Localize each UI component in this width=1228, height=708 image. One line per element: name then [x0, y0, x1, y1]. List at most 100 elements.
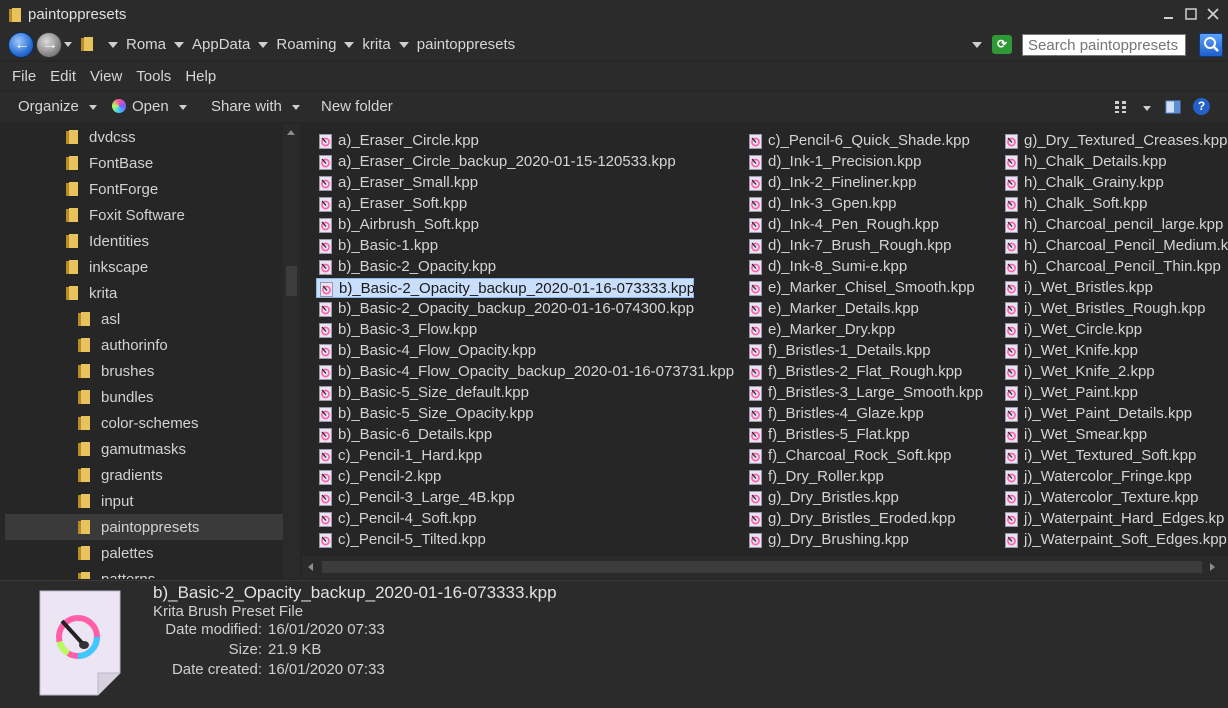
- file-item[interactable]: d)_Ink-8_Sumi-e.kpp: [746, 257, 996, 277]
- file-item[interactable]: d)_Ink-4_Pen_Rough.kpp: [746, 215, 996, 235]
- file-item[interactable]: j)_Watercolor_Fringe.kpp: [1002, 467, 1228, 487]
- nav-tree-item[interactable]: palettes: [5, 540, 283, 566]
- nav-tree-item[interactable]: Foxit Software: [5, 202, 283, 228]
- file-item[interactable]: b)_Basic-6_Details.kpp: [316, 425, 736, 445]
- file-item[interactable]: f)_Bristles-2_Flat_Rough.kpp: [746, 362, 996, 382]
- file-item[interactable]: h)_Charcoal_pencil_large.kpp: [1002, 215, 1228, 235]
- chevron-down-icon[interactable]: [108, 41, 118, 48]
- file-item[interactable]: j)_Watercolor_Texture.kpp: [1002, 488, 1228, 508]
- file-item[interactable]: i)_Wet_Textured_Soft.kpp: [1002, 446, 1228, 466]
- search-input[interactable]: [1022, 34, 1186, 56]
- new-folder-button[interactable]: New folder: [321, 98, 393, 115]
- nav-tree-item[interactable]: patterns: [5, 566, 283, 579]
- scroll-up-icon[interactable]: [287, 130, 295, 135]
- scroll-right-icon[interactable]: [1210, 563, 1215, 571]
- file-item[interactable]: d)_Ink-1_Precision.kpp: [746, 152, 996, 172]
- breadcrumb-item[interactable]: Roaming: [276, 36, 336, 53]
- file-item[interactable]: f)_Bristles-3_Large_Smooth.kpp: [746, 383, 996, 403]
- breadcrumb-item[interactable]: Roma: [126, 36, 166, 53]
- file-item[interactable]: f)_Charcoal_Rock_Soft.kpp: [746, 446, 996, 466]
- file-item[interactable]: d)_Ink-2_Fineliner.kpp: [746, 173, 996, 193]
- file-item[interactable]: b)_Basic-2_Opacity.kpp: [316, 257, 736, 277]
- file-item[interactable]: e)_Marker_Chisel_Smooth.kpp: [746, 278, 996, 298]
- file-item[interactable]: h)_Charcoal_Pencil_Thin.kpp: [1002, 257, 1228, 277]
- file-item[interactable]: g)_Dry_Brushing.kpp: [746, 530, 996, 550]
- breadcrumb-item[interactable]: paintoppresets: [417, 36, 515, 53]
- file-item[interactable]: b)_Airbrush_Soft.kpp: [316, 215, 736, 235]
- file-item[interactable]: b)_Basic-3_Flow.kpp: [316, 320, 736, 340]
- file-item[interactable]: i)_Wet_Circle.kpp: [1002, 320, 1228, 340]
- scroll-left-icon[interactable]: [308, 563, 313, 571]
- nav-tree-item[interactable]: gamutmasks: [5, 436, 283, 462]
- chevron-down-icon[interactable]: [398, 41, 409, 48]
- scrollbar-thumb[interactable]: [286, 266, 297, 296]
- address-history-dropdown[interactable]: [972, 42, 982, 48]
- open-button[interactable]: Open: [112, 98, 187, 115]
- file-item[interactable]: f)_Bristles-1_Details.kpp: [746, 341, 996, 361]
- file-item[interactable]: j)_Waterpaint_Soft_Edges.kpp: [1002, 530, 1228, 550]
- organize-button[interactable]: Organize: [18, 98, 97, 115]
- nav-tree-item[interactable]: inkscape: [5, 254, 283, 280]
- file-item[interactable]: a)_Eraser_Small.kpp: [316, 173, 736, 193]
- menu-help[interactable]: Help: [185, 62, 216, 90]
- file-item[interactable]: c)_Pencil-5_Tilted.kpp: [316, 530, 736, 550]
- file-item[interactable]: i)_Wet_Bristles.kpp: [1002, 278, 1228, 298]
- view-options-icon[interactable]: [1114, 100, 1128, 114]
- horizontal-scrollbar[interactable]: [302, 556, 1228, 578]
- maximize-icon[interactable]: [1184, 7, 1198, 21]
- file-item[interactable]: b)_Basic-5_Size_Opacity.kpp: [316, 404, 736, 424]
- file-item[interactable]: i)_Wet_Knife_2.kpp: [1002, 362, 1228, 382]
- menu-edit[interactable]: Edit: [50, 62, 76, 90]
- file-item[interactable]: c)_Pencil-6_Quick_Shade.kpp: [746, 131, 996, 151]
- file-item[interactable]: c)_Pencil-3_Large_4B.kpp: [316, 488, 736, 508]
- forward-button[interactable]: →: [36, 32, 62, 58]
- nav-tree-item[interactable]: bundles: [5, 384, 283, 410]
- nav-tree-item[interactable]: krita: [5, 280, 283, 306]
- file-item[interactable]: b)_Basic-2_Opacity_backup_2020-01-16-073…: [316, 278, 695, 298]
- scrollbar-thumb[interactable]: [322, 561, 1202, 573]
- nav-tree-item[interactable]: paintoppresets: [5, 514, 283, 540]
- back-button[interactable]: ←: [8, 32, 34, 58]
- share-with-button[interactable]: Share with: [211, 98, 300, 115]
- file-item[interactable]: f)_Bristles-5_Flat.kpp: [746, 425, 996, 445]
- file-item[interactable]: e)_Marker_Details.kpp: [746, 299, 996, 319]
- nav-tree-item[interactable]: color-schemes: [5, 410, 283, 436]
- file-item[interactable]: b)_Basic-4_Flow_Opacity_backup_2020-01-1…: [316, 362, 736, 382]
- navigation-scrollbar[interactable]: [283, 124, 300, 579]
- file-item[interactable]: c)_Pencil-1_Hard.kpp: [316, 446, 736, 466]
- file-item[interactable]: i)_Wet_Bristles_Rough.kpp: [1002, 299, 1228, 319]
- file-item[interactable]: i)_Wet_Paint_Details.kpp: [1002, 404, 1228, 424]
- help-icon[interactable]: ?: [1193, 98, 1210, 115]
- menu-view[interactable]: View: [90, 62, 122, 90]
- nav-tree-item[interactable]: Identities: [5, 228, 283, 254]
- file-item[interactable]: i)_Wet_Knife.kpp: [1002, 341, 1228, 361]
- file-item[interactable]: g)_Dry_Textured_Creases.kpp: [1002, 131, 1228, 151]
- file-item[interactable]: d)_Ink-7_Brush_Rough.kpp: [746, 236, 996, 256]
- chevron-down-icon[interactable]: [344, 41, 355, 48]
- file-item[interactable]: f)_Bristles-4_Glaze.kpp: [746, 404, 996, 424]
- nav-tree-item[interactable]: dvdcss: [5, 124, 283, 150]
- preview-pane-icon[interactable]: [1165, 100, 1181, 114]
- breadcrumb-item[interactable]: AppData: [192, 36, 250, 53]
- breadcrumb-item[interactable]: krita: [362, 36, 390, 53]
- nav-tree-item[interactable]: brushes: [5, 358, 283, 384]
- file-item[interactable]: b)_Basic-4_Flow_Opacity.kpp: [316, 341, 736, 361]
- recent-pages-dropdown[interactable]: [64, 42, 72, 47]
- chevron-down-icon[interactable]: [174, 41, 185, 48]
- file-item[interactable]: c)_Pencil-4_Soft.kpp: [316, 509, 736, 529]
- file-item[interactable]: e)_Marker_Dry.kpp: [746, 320, 996, 340]
- file-item[interactable]: h)_Chalk_Grainy.kpp: [1002, 173, 1228, 193]
- file-item[interactable]: b)_Basic-2_Opacity_backup_2020-01-16-074…: [316, 299, 736, 319]
- file-item[interactable]: g)_Dry_Bristles_Eroded.kpp: [746, 509, 996, 529]
- menu-file[interactable]: File: [12, 62, 36, 90]
- search-button[interactable]: [1199, 33, 1223, 57]
- file-item[interactable]: a)_Eraser_Circle.kpp: [316, 131, 736, 151]
- file-item[interactable]: b)_Basic-1.kpp: [316, 236, 736, 256]
- nav-tree-item[interactable]: authorinfo: [5, 332, 283, 358]
- nav-tree-item[interactable]: input: [5, 488, 283, 514]
- nav-tree-item[interactable]: FontBase: [5, 150, 283, 176]
- file-item[interactable]: i)_Wet_Paint.kpp: [1002, 383, 1228, 403]
- file-item[interactable]: j)_Waterpaint_Hard_Edges.kp: [1002, 509, 1228, 529]
- nav-tree-item[interactable]: FontForge: [5, 176, 283, 202]
- refresh-button[interactable]: ⟳: [992, 35, 1012, 54]
